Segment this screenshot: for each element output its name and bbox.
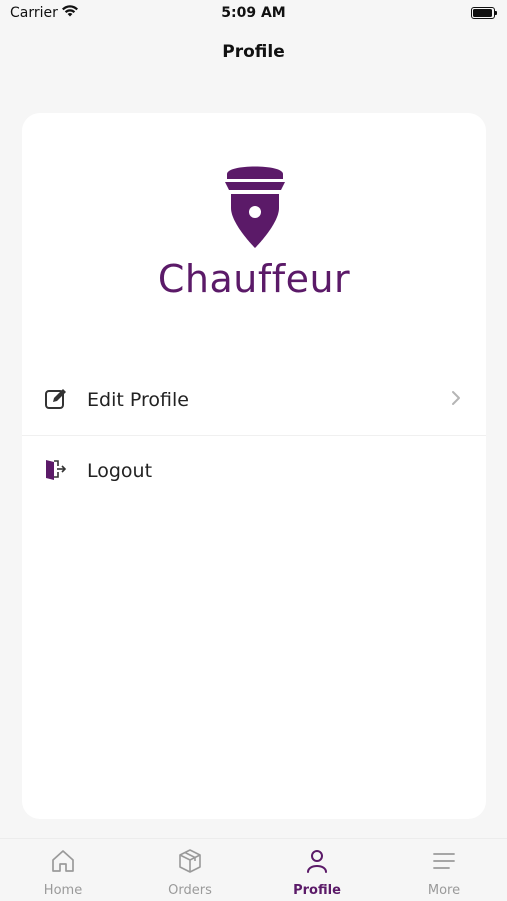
tab-bar: Home Orders Profile More [0, 838, 507, 901]
tab-home[interactable]: Home [0, 839, 126, 901]
chauffeur-logo-icon [225, 166, 285, 248]
battery-icon [471, 7, 497, 19]
edit-profile-label: Edit Profile [87, 389, 189, 411]
home-icon [52, 850, 74, 872]
edit-icon [45, 389, 66, 409]
tab-profile[interactable]: Profile [254, 839, 380, 901]
menu-icon [433, 853, 455, 869]
edit-profile-row[interactable]: Edit Profile [22, 365, 486, 436]
profile-card: Chauffeur Edit Profile Logout [22, 113, 486, 819]
tab-profile-label: Profile [293, 883, 341, 898]
status-bar: Carrier 5:09 AM [0, 0, 507, 26]
logout-icon [46, 460, 67, 480]
brand-name: Chauffeur [157, 257, 351, 301]
chevron-right-icon [452, 391, 460, 405]
box-icon [179, 849, 201, 873]
tab-home-label: Home [43, 883, 83, 898]
tab-orders[interactable]: Orders [127, 839, 253, 901]
tab-more[interactable]: More [381, 839, 507, 901]
tab-more-label: More [427, 883, 461, 898]
page-title: Profile [222, 42, 285, 62]
clock: 5:09 AM [221, 5, 286, 21]
logout-label: Logout [87, 460, 153, 482]
tab-orders-label: Orders [168, 883, 212, 898]
person-icon [307, 850, 327, 873]
logout-row[interactable]: Logout [22, 436, 486, 506]
